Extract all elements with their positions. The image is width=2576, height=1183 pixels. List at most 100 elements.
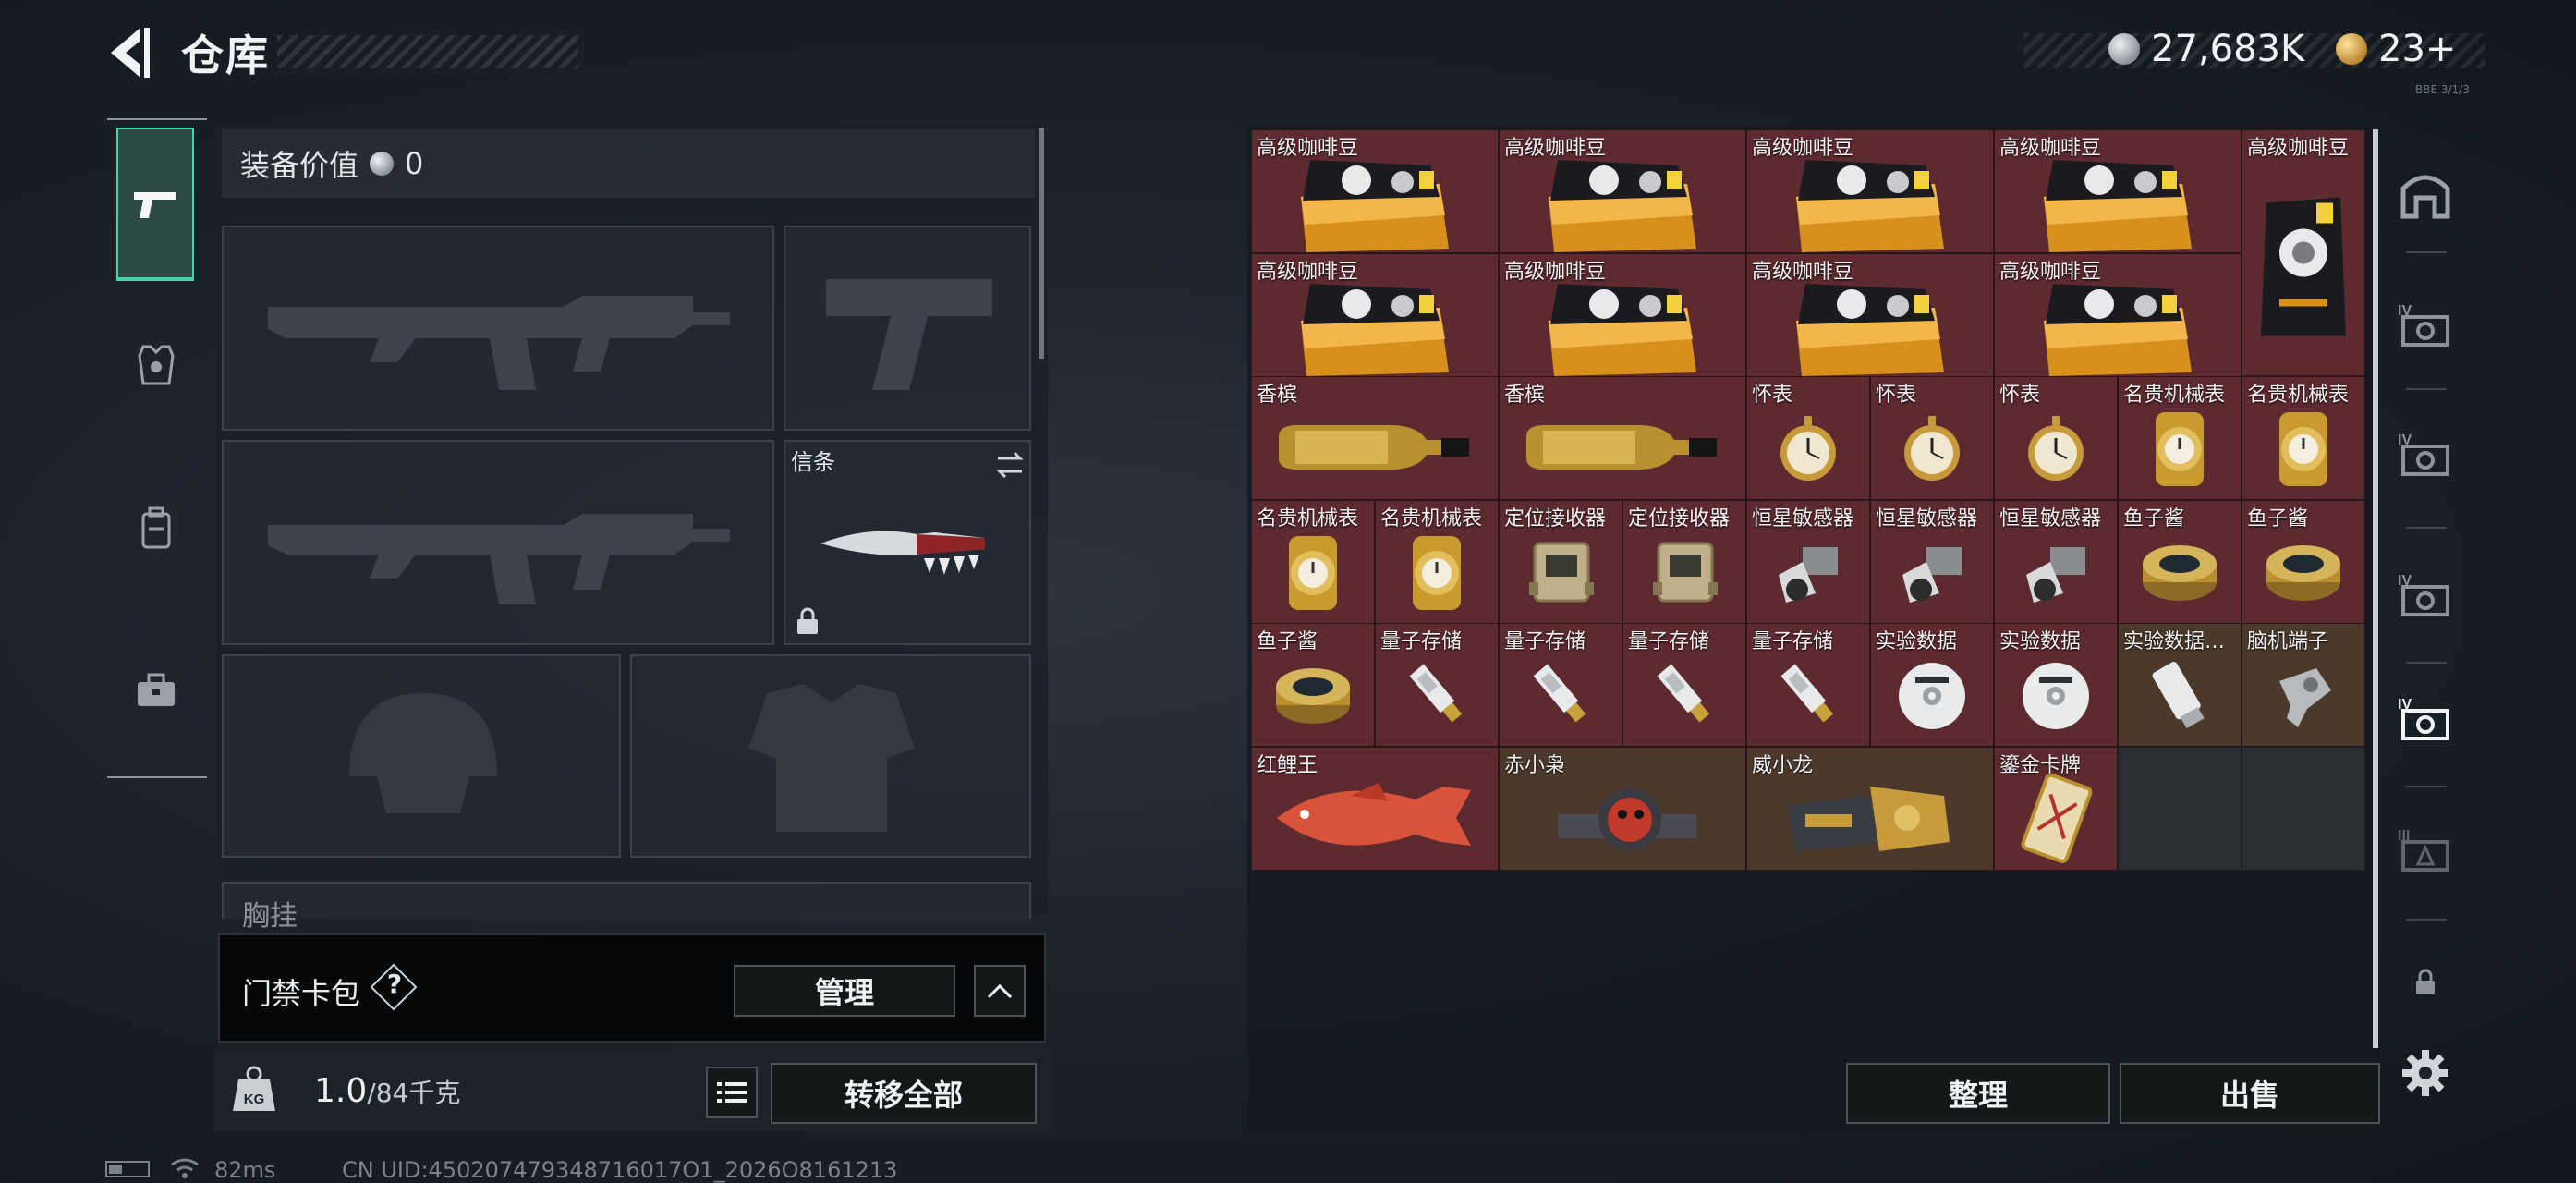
item-cell[interactable]: 高级咖啡豆 [1746, 253, 1994, 377]
rail-storage-4a[interactable]: IV [2388, 285, 2463, 364]
item-label: 威小龙 [1752, 754, 1814, 777]
keycard-label: 门禁卡包 [242, 976, 361, 1011]
storage-box-icon: III [2398, 828, 2449, 872]
equip-value-label: 装备价值 [240, 148, 359, 183]
currency-main: 27,683K [2108, 28, 2304, 70]
transfer-all-button[interactable]: 转移全部 [771, 1063, 1037, 1124]
rail-locked[interactable] [2388, 943, 2463, 1022]
currency-secondary[interactable]: 23+ [2336, 28, 2456, 70]
item-label: 定位接收器 [1628, 507, 1731, 531]
item-label: 鱼子酱 [1257, 630, 1318, 653]
helmet-slot[interactable] [222, 654, 621, 858]
item-cell[interactable]: 定位接收器 [1622, 500, 1746, 624]
karambit-knife-icon [820, 531, 985, 575]
item-cell[interactable]: 定位接收器 [1499, 500, 1622, 624]
backpack-icon [141, 506, 171, 549]
item-label: 香槟 [1257, 384, 1298, 407]
tab-weapons[interactable] [116, 128, 194, 281]
item-label: 名贵机械表 [1257, 507, 1359, 531]
item-label: 量子存储 [1504, 630, 1586, 653]
gear-icon [2402, 1050, 2448, 1096]
item-cell[interactable]: 赤小枭 [1499, 747, 1746, 871]
item-cell[interactable]: 高级咖啡豆 [2242, 129, 2365, 376]
item-cell[interactable]: 实验数据 [1870, 623, 1994, 747]
item-cell[interactable]: 鱼子酱 [2242, 500, 2365, 624]
item-cell[interactable]: 怀表 [1994, 376, 2118, 500]
primary-weapon-slot[interactable] [222, 226, 774, 431]
rifle-silhouette-icon [268, 514, 730, 604]
item-cell[interactable]: 名贵机械表 [1251, 500, 1375, 624]
pistol-slot[interactable] [784, 226, 1031, 431]
swap-icon[interactable] [994, 449, 1026, 481]
item-cell[interactable]: 怀表 [1746, 376, 1870, 500]
rail-storage-4b[interactable]: IV [2388, 414, 2463, 494]
item-cell[interactable]: 量子存储 [1622, 623, 1746, 747]
item-cell[interactable]: 实验数据… [2118, 623, 2242, 747]
item-label: 高级咖啡豆 [1999, 137, 2102, 160]
sell-button[interactable]: 出售 [2120, 1063, 2380, 1124]
rail-storage-4d-active[interactable]: IV [2388, 678, 2463, 758]
item-cell[interactable]: 实验数据 [1994, 623, 2118, 747]
item-cell[interactable]: 香槟 [1251, 376, 1499, 500]
stash-scrollbar[interactable] [2373, 129, 2378, 1048]
weight-current: 1.0 [314, 1072, 368, 1110]
rail-storage-4c[interactable]: IV [2388, 555, 2463, 634]
item-cell[interactable]: 名贵机械表 [1375, 500, 1499, 624]
empty-cell[interactable] [2118, 747, 2242, 871]
item-cell[interactable]: 名贵机械表 [2242, 376, 2365, 500]
item-cell[interactable]: 高级咖啡豆 [1251, 129, 1499, 253]
item-cell[interactable]: 红鲤王 [1251, 747, 1499, 871]
item-label: 高级咖啡豆 [1504, 137, 1607, 160]
item-cell[interactable]: 高级咖啡豆 [1499, 253, 1746, 377]
rail-stash-home[interactable] [2388, 155, 2463, 235]
tab-case[interactable] [116, 651, 196, 730]
item-cell[interactable]: 高级咖啡豆 [1499, 129, 1746, 253]
item-cell[interactable]: 恒星敏感器 [1870, 500, 1994, 624]
item-cell[interactable]: 量子存储 [1746, 623, 1870, 747]
item-label: 实验数据 [1876, 630, 1958, 653]
tab-armor[interactable] [116, 325, 196, 405]
item-label: 名贵机械表 [1380, 507, 1483, 531]
item-cell[interactable]: 高级咖啡豆 [1746, 129, 1994, 253]
empty-cell[interactable] [2242, 747, 2365, 871]
manage-button[interactable]: 管理 [734, 965, 955, 1017]
list-view-button[interactable] [706, 1067, 758, 1118]
item-label: 量子存储 [1380, 630, 1463, 653]
item-cell[interactable]: 名贵机械表 [2118, 376, 2242, 500]
item-cell[interactable]: 威小龙 [1746, 747, 1994, 871]
item-cell[interactable]: 高级咖啡豆 [1994, 129, 2242, 253]
item-cell[interactable]: 量子存储 [1375, 623, 1499, 747]
collapse-button[interactable] [974, 965, 1026, 1017]
rail-storage-3[interactable]: III [2388, 810, 2463, 889]
item-cell[interactable]: 恒星敏感器 [1994, 500, 2118, 624]
item-label: 高级咖啡豆 [1752, 137, 1854, 160]
tab-backpack[interactable] [116, 488, 196, 567]
body-armor-slot[interactable] [630, 654, 1031, 858]
chest-rig-slot[interactable] [222, 882, 1031, 919]
item-cell[interactable]: 鱼子酱 [2118, 500, 2242, 624]
briefcase-icon [138, 673, 175, 706]
back-button[interactable] [103, 24, 153, 81]
secondary-weapon-slot[interactable] [222, 440, 774, 645]
item-cell[interactable]: 脑机端子 [2242, 623, 2365, 747]
settings-button[interactable] [2388, 1033, 2463, 1113]
rail-separator [2406, 919, 2447, 921]
item-cell[interactable]: 香槟 [1499, 376, 1746, 500]
item-cell[interactable]: 鎏金卡牌 [1994, 747, 2118, 871]
item-cell[interactable]: 高级咖啡豆 [1251, 253, 1499, 377]
equip-value: 0 [405, 146, 424, 181]
gold-coin-icon [2336, 33, 2367, 65]
vest-silhouette-icon [748, 684, 915, 832]
loadout-scrollbar[interactable] [1039, 128, 1044, 359]
item-cell[interactable]: 怀表 [1870, 376, 1994, 500]
item-label: 高级咖啡豆 [1999, 261, 2102, 284]
item-cell[interactable]: 鱼子酱 [1251, 623, 1375, 747]
item-cell[interactable]: 高级咖啡豆 [1994, 253, 2242, 377]
help-text: ? [386, 969, 403, 999]
organize-button[interactable]: 整理 [1846, 1063, 2110, 1124]
item-cell[interactable]: 恒星敏感器 [1746, 500, 1870, 624]
currency-secondary-value: 23+ [2378, 28, 2457, 70]
item-cell[interactable]: 量子存储 [1499, 623, 1622, 747]
ping-readout: 82ms [214, 1157, 276, 1183]
list-icon [717, 1082, 747, 1103]
